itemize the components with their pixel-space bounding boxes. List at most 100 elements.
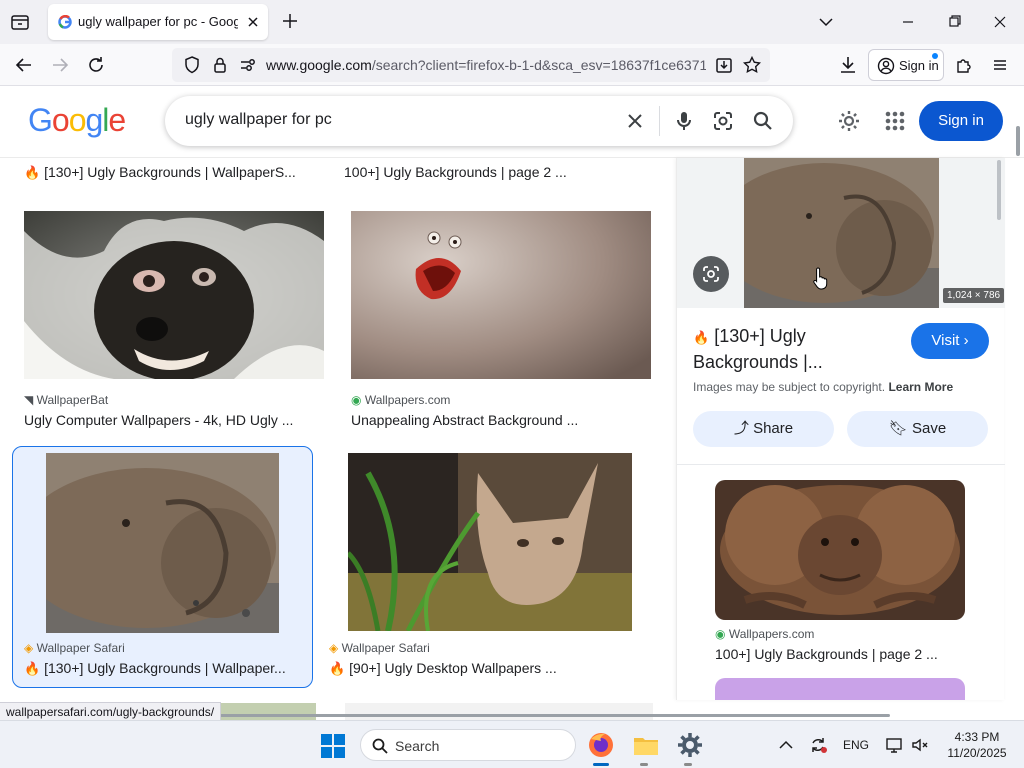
bookmark-star-icon[interactable] — [740, 53, 764, 77]
result-source[interactable]: ◈ Wallpaper Safari — [329, 641, 430, 655]
extensions-puzzle-icon[interactable] — [952, 53, 976, 77]
minimize-icon[interactable] — [896, 10, 920, 34]
tab-overview-icon[interactable] — [8, 10, 32, 34]
wallpapers-com-favicon-icon: ◉ — [351, 393, 362, 407]
result-caption[interactable]: Unappealing Abstract Background ... — [351, 412, 651, 428]
visual-search-lens-icon[interactable] — [693, 256, 729, 292]
account-signin-label: Sign in — [899, 58, 939, 73]
url-text: www.google.com/search?client=firefox-b-1… — [266, 57, 706, 73]
browser-nav-bar: www.google.com/search?client=firefox-b-1… — [0, 44, 1024, 86]
image-dimensions-badge: 1,024 × 786 — [943, 288, 1005, 303]
chevron-up-icon[interactable] — [776, 735, 796, 755]
firefox-app-icon[interactable] — [585, 729, 617, 761]
forward-arrow-icon[interactable] — [48, 53, 72, 77]
google-favicon-icon — [58, 14, 72, 29]
input-language-indicator[interactable]: ENG — [843, 738, 869, 752]
horizontal-scrollbar[interactable] — [220, 714, 890, 717]
browser-tab-active[interactable]: ugly wallpaper for pc - Google S — [48, 4, 268, 40]
fire-favicon-icon: 🔥 — [329, 661, 346, 676]
running-app-indicator — [684, 763, 692, 766]
site-permissions-icon[interactable] — [236, 53, 260, 77]
wallpaper-safari-favicon-icon: ◈ — [24, 641, 34, 655]
visit-button[interactable]: Visit › — [911, 323, 989, 359]
hamburger-menu-icon[interactable] — [988, 53, 1012, 77]
close-tab-icon[interactable] — [244, 13, 262, 31]
active-app-indicator — [593, 763, 609, 766]
maximize-icon[interactable] — [942, 10, 966, 34]
tracking-shield-icon[interactable] — [180, 53, 204, 77]
voice-search-mic-icon[interactable] — [672, 109, 696, 133]
tab-title: ugly wallpaper for pc - Google S — [78, 14, 238, 29]
wallpaper-safari-favicon-icon: ◈ — [329, 641, 339, 655]
close-window-icon[interactable] — [988, 10, 1012, 34]
result-source[interactable]: ◈ Wallpaper Safari — [24, 641, 125, 655]
image-preview-panel: 1,024 × 786 🔥 [130+] Ugly Backgrounds |.… — [676, 158, 1005, 700]
new-tab-icon[interactable] — [280, 11, 300, 31]
result-image-seal[interactable] — [46, 453, 279, 633]
related-image-orangutan[interactable] — [715, 480, 965, 620]
result-image-dog[interactable] — [24, 211, 324, 379]
google-logo[interactable]: Google — [28, 102, 126, 139]
lens-camera-icon[interactable] — [711, 109, 735, 133]
search-magnifier-icon[interactable] — [751, 109, 775, 133]
search-icon — [371, 737, 389, 755]
google-header: Google ugly wallpaper for pc Sign in — [0, 86, 1024, 158]
display-monitor-icon[interactable] — [884, 735, 904, 755]
fire-favicon-icon: 🔥 — [24, 165, 41, 180]
settings-gear-icon[interactable] — [836, 108, 862, 134]
search-input[interactable]: ugly wallpaper for pc — [185, 111, 332, 129]
downloads-icon[interactable] — [836, 53, 860, 77]
sync-update-icon[interactable] — [808, 735, 828, 755]
result-image-partial[interactable] — [345, 703, 653, 720]
taskbar-search-box[interactable]: Search — [360, 729, 576, 761]
learn-more-link[interactable]: Learn More — [888, 380, 953, 394]
share-icon: ⤴ — [733, 420, 749, 437]
wallpaperbat-favicon-icon: ◥ — [24, 393, 34, 407]
result-image-abstract-face[interactable] — [351, 211, 651, 379]
image-results-grid: 🔥 [130+] Ugly Backgrounds | WallpaperS..… — [0, 158, 672, 720]
panel-scrollbar-thumb[interactable] — [997, 160, 1001, 220]
lock-icon[interactable] — [208, 53, 232, 77]
url-bar[interactable]: www.google.com/search?client=firefox-b-1… — [172, 48, 770, 82]
result-caption[interactable]: 🔥 [130+] Ugly Backgrounds | WallpaperS..… — [24, 164, 314, 181]
windows-start-icon[interactable] — [320, 733, 346, 759]
taskbar-search-label: Search — [395, 738, 440, 754]
preview-title[interactable]: 🔥 [130+] Ugly Backgrounds |... — [693, 324, 903, 374]
search-divider — [659, 106, 660, 136]
page-download-icon[interactable] — [712, 53, 736, 77]
system-clock[interactable]: 4:33 PM 11/20/2025 — [940, 729, 1014, 761]
chevron-right-icon: › — [963, 332, 969, 349]
wallpapers-com-favicon-icon: ◉ — [715, 627, 726, 641]
result-source[interactable]: ◉ Wallpapers.com — [351, 393, 450, 407]
result-caption[interactable]: 100+] Ugly Backgrounds | page 2 ... — [344, 164, 644, 180]
clock-time: 4:33 PM — [954, 730, 1000, 744]
result-caption[interactable]: 🔥 [90+] Ugly Desktop Wallpapers ... — [329, 660, 629, 677]
chevron-down-icon[interactable] — [816, 12, 836, 32]
clock-date: 11/20/2025 — [947, 746, 1007, 760]
preview-image-seal[interactable] — [744, 158, 939, 308]
firefox-account-button[interactable]: Sign in — [868, 49, 944, 81]
google-apps-grid-icon[interactable] — [882, 108, 908, 134]
share-button[interactable]: ⤴ Share — [693, 411, 834, 447]
volume-muted-icon[interactable] — [910, 735, 930, 755]
reload-icon[interactable] — [84, 53, 108, 77]
back-arrow-icon[interactable] — [12, 53, 36, 77]
fire-favicon-icon: 🔥 — [693, 330, 710, 345]
bookmark-icon: 🔖︎ — [888, 420, 908, 437]
save-button[interactable]: 🔖︎ Save — [847, 411, 988, 447]
result-caption[interactable]: 🔥 [130+] Ugly Backgrounds | Wallpaper... — [24, 660, 304, 677]
result-caption[interactable]: Ugly Computer Wallpapers - 4k, HD Ugly .… — [24, 412, 314, 428]
related-source[interactable]: ◉ Wallpapers.com — [715, 627, 814, 641]
search-box[interactable]: ugly wallpaper for pc — [165, 96, 793, 146]
related-caption[interactable]: 100+] Ugly Backgrounds | page 2 ... — [715, 646, 938, 662]
result-image-cat[interactable] — [348, 453, 632, 631]
file-explorer-icon[interactable] — [630, 729, 662, 761]
link-status-bar: wallpapersafari.com/ugly-backgrounds/ — [0, 702, 222, 722]
clear-search-icon[interactable] — [623, 109, 647, 133]
page-scrollbar-thumb[interactable] — [1016, 126, 1020, 156]
related-image-partial[interactable] — [715, 678, 965, 700]
google-signin-button[interactable]: Sign in — [919, 101, 1003, 141]
result-source[interactable]: ◥ WallpaperBat — [24, 393, 108, 407]
running-app-indicator — [640, 763, 648, 766]
settings-app-icon[interactable] — [674, 729, 706, 761]
